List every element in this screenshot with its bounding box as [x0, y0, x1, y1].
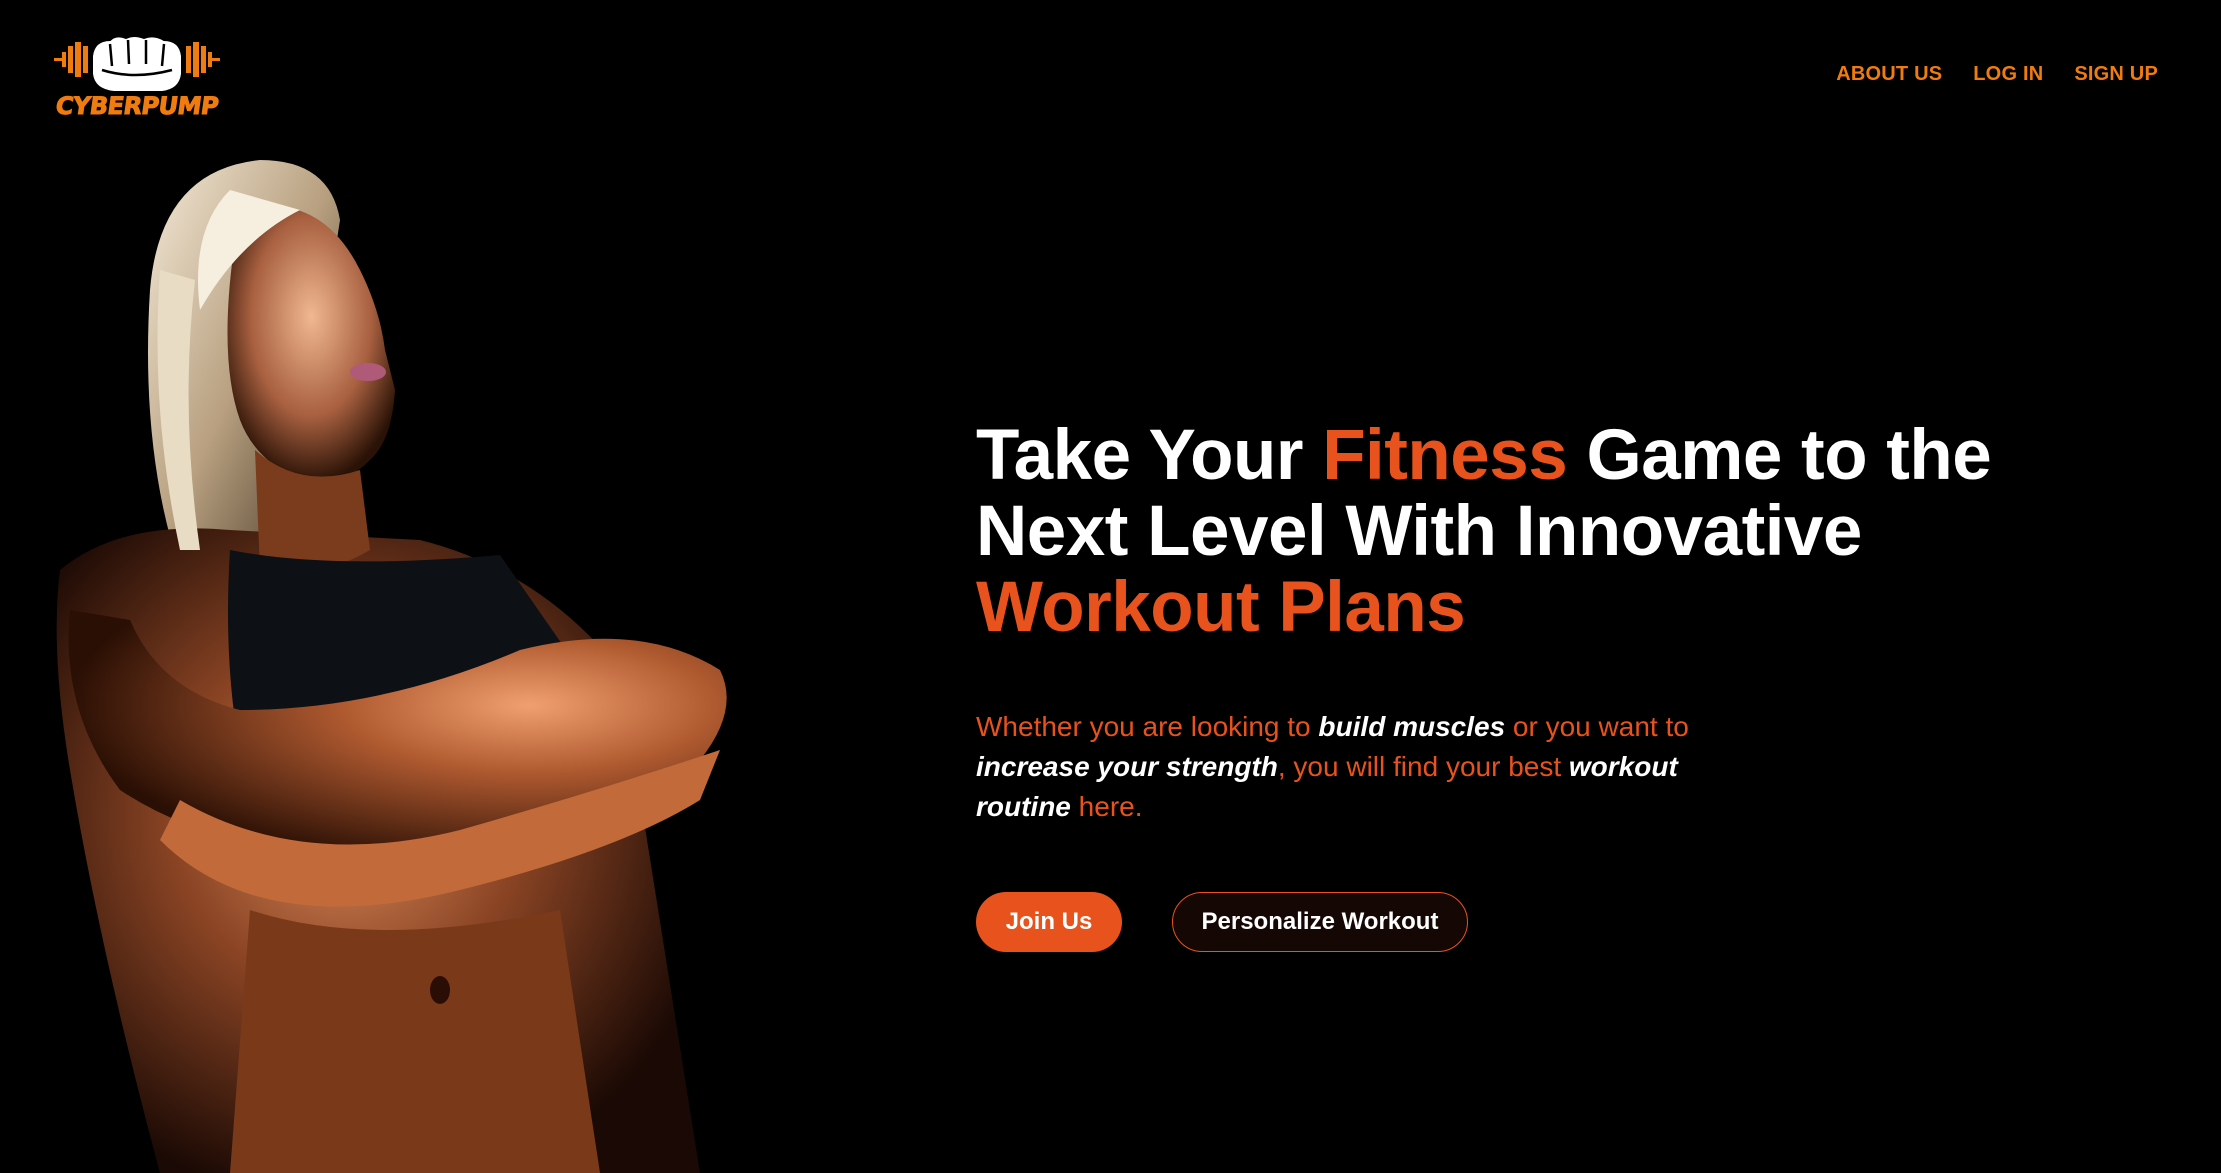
brand-name: CYBERPUMP: [53, 92, 221, 121]
hero-athlete-image: [56, 160, 727, 1173]
headline-accent-fitness: Fitness: [1322, 416, 1568, 495]
hero-subtext: Whether you are looking to build muscles…: [976, 707, 1716, 827]
subtext-part-4: here.: [1070, 791, 1143, 822]
subtext-emphasis-build-muscles: build muscles: [1318, 711, 1506, 742]
personalize-workout-button[interactable]: Personalize Workout: [1172, 892, 1468, 952]
nav-sign-up[interactable]: SIGN UP: [2074, 63, 2158, 86]
landing-page: CYBERPUMP ABOUT US LOG IN SIGN UP Take Y…: [0, 0, 2221, 1173]
subtext-part-1: Whether you are looking to: [976, 711, 1319, 742]
subtext-part-2: or you want to: [1505, 711, 1689, 742]
subtext-part-3: , you will find your best: [1277, 751, 1569, 782]
fist-with-dumbbell-icon: [54, 35, 220, 93]
join-us-button[interactable]: Join Us: [976, 892, 1122, 952]
top-nav: ABOUT US LOG IN SIGN UP: [1836, 63, 2158, 86]
subtext-emphasis-increase-strength: increase your strength: [976, 751, 1278, 782]
nav-about-us[interactable]: ABOUT US: [1836, 63, 1942, 86]
hero-headline: Take Your Fitness Game to the Next Level…: [976, 418, 2076, 646]
headline-part-1: Take Your: [976, 416, 1323, 495]
nav-log-in[interactable]: LOG IN: [1973, 63, 2043, 86]
headline-accent-workout-plans: Workout Plans: [976, 568, 1466, 647]
brand-logo[interactable]: CYBERPUMP: [53, 34, 221, 130]
